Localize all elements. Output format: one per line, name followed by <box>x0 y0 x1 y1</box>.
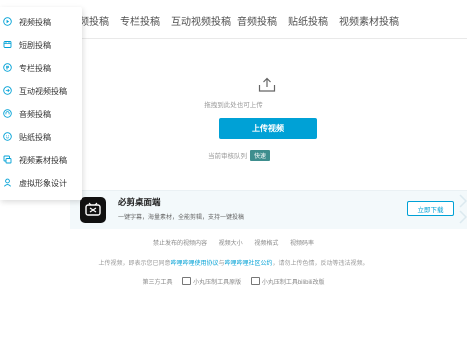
link-video-bitrate[interactable]: 视频码率 <box>290 241 314 247</box>
bcut-logo <box>80 197 106 223</box>
sidebar-item-video-material[interactable]: 视频素材投稿 <box>0 151 82 173</box>
upload-drop-zone[interactable] <box>84 40 467 190</box>
link-video-size[interactable]: 视频大小 <box>219 241 243 247</box>
interactive-video-icon <box>3 86 12 95</box>
tool-original-link[interactable]: 小丸压制工具原版 <box>182 277 242 286</box>
sidebar-item-label: 互动视频投稿 <box>19 87 67 96</box>
sidebar-item-label: 音频投稿 <box>19 110 51 119</box>
tab-article[interactable]: 专栏投稿 <box>120 13 160 28</box>
sidebar-item-short-drama[interactable]: 短剧投稿 <box>0 36 82 58</box>
sidebar-item-label: 贴纸投稿 <box>19 133 51 142</box>
sidebar-item-video[interactable]: 视频投稿 <box>0 13 82 35</box>
download-now-button[interactable]: 立即下载 <box>407 201 454 216</box>
queue-speed-badge: 快速 <box>250 150 271 161</box>
bcut-desktop-promo: 必剪桌面端 一键字幕，海量素材，全能剪辑，支持一键投稿 立即下载 <box>70 190 467 229</box>
tool-icon <box>250 277 260 285</box>
upload-type-dropdown: 视频投稿 短剧投稿 专栏投稿 互动视频投稿 音频投稿 贴纸投稿 视频素材投稿 虚… <box>0 7 82 200</box>
upload-rules-links: 禁止发布的视频内容 视频大小 视频格式 视频码率 <box>0 238 467 247</box>
tools-label: 第三方工具 <box>142 280 173 286</box>
tool-icon <box>182 277 192 285</box>
sidebar-item-label: 短剧投稿 <box>19 41 51 50</box>
sidebar-item-audio[interactable]: 音频投稿 <box>0 105 82 127</box>
agreement-suffix: ，请勿上传色情，反动等违法视频。 <box>272 261 369 267</box>
promo-subtitle: 一键字幕，海量素材，全能剪辑，支持一键投稿 <box>118 215 245 221</box>
sidebar-item-label: 视频投稿 <box>19 18 51 27</box>
upload-icon <box>258 77 276 92</box>
sidebar-item-sticker[interactable]: 贴纸投稿 <box>0 128 82 150</box>
audio-icon <box>3 109 12 118</box>
upload-agreement: 上传视频，即表示您已同意哔哩哔哩使用协议与哔哩哔哩社区公约，请勿上传色情，反动等… <box>0 258 467 267</box>
agreement-prefix: 上传视频，即表示您已同意 <box>98 261 171 267</box>
tool-bilibili-label: 小丸压制工具bilibili改版 <box>261 280 325 286</box>
article-icon <box>3 63 12 72</box>
sidebar-item-article[interactable]: 专栏投稿 <box>0 59 82 81</box>
decorative-pattern-icon <box>459 194 467 224</box>
tool-original-label: 小丸压制工具原版 <box>193 280 242 286</box>
scissors-icon <box>85 202 101 216</box>
review-queue-label: 当前审核队列 <box>208 153 247 160</box>
material-icon <box>3 155 12 164</box>
tab-sticker[interactable]: 贴纸投稿 <box>288 13 328 28</box>
link-prohibited-content[interactable]: 禁止发布的视频内容 <box>153 241 207 247</box>
sidebar-item-interactive-video[interactable]: 互动视频投稿 <box>0 82 82 104</box>
tab-interactive-video[interactable]: 互动视频投稿 <box>171 13 231 28</box>
sidebar-item-label: 专栏投稿 <box>19 64 51 73</box>
third-party-tools: 第三方工具 小丸压制工具原版 小丸压制工具bilibili改版 <box>0 277 467 286</box>
tab-audio[interactable]: 音频投稿 <box>237 13 277 28</box>
sticker-icon <box>3 132 12 141</box>
sidebar-item-label: 虚拟形象设计 <box>19 179 67 188</box>
sidebar-item-avatar-design[interactable]: 虚拟形象设计 <box>0 174 82 196</box>
link-video-format[interactable]: 视频格式 <box>254 241 278 247</box>
community-rules-link[interactable]: 哔哩哔哩社区公约 <box>225 261 273 267</box>
usage-agreement-link[interactable]: 哔哩哔哩使用协议 <box>170 261 218 267</box>
avatar-person-icon <box>3 178 12 187</box>
short-drama-icon <box>3 40 12 49</box>
upload-video-button[interactable]: 上传视频 <box>219 118 317 139</box>
sidebar-item-label: 视频素材投稿 <box>19 156 67 165</box>
tab-video-material[interactable]: 视频素材投稿 <box>339 13 399 28</box>
tool-bilibili-link[interactable]: 小丸压制工具bilibili改版 <box>250 277 325 286</box>
video-play-icon <box>3 17 12 26</box>
promo-title: 必剪桌面端 <box>118 197 161 207</box>
review-queue-status: 当前审核队列 快速 <box>208 150 271 161</box>
